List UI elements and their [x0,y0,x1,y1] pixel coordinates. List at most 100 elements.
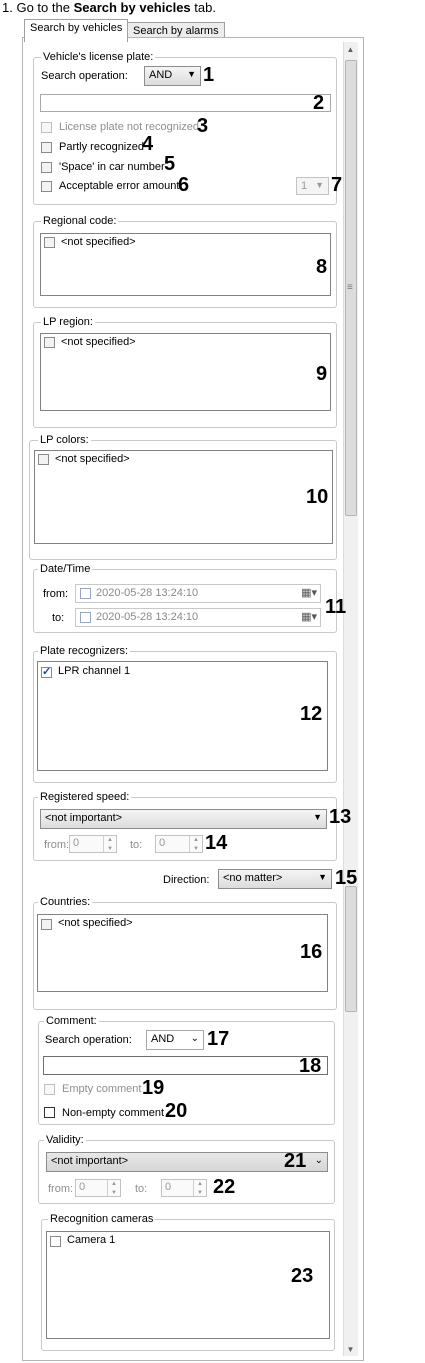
partly-recognized-checkbox[interactable] [41,142,52,153]
direction-value: <no matter> [223,872,283,884]
calendar-icon[interactable]: ▦▾ [301,586,317,599]
registered-speed-legend: Registered speed: [38,791,132,803]
plate-recognizers-legend: Plate recognizers: [38,645,131,657]
callout-7: 7 [331,174,343,196]
validity-from-stepper[interactable]: 0 ▲ ▼ [75,1179,121,1197]
partly-recognized-label: Partly recognized [59,141,144,153]
scroll-down-icon[interactable]: ▼ [344,1345,357,1354]
callout-19: 19 [142,1077,165,1099]
comment-search-operation-label: Search operation: [45,1034,132,1046]
chevron-down-icon: ⌄ [190,1033,199,1044]
dropdown-arrow-icon: ▼ [313,812,322,822]
plate-not-recognized-checkbox[interactable] [41,122,52,133]
plate-not-recognized-label: License plate not recognized [59,121,200,133]
callout-17: 17 [207,1028,230,1050]
chevron-down-icon: ⌄ [314,1155,323,1166]
tab-search-by-vehicles[interactable]: Search by vehicles [24,19,129,42]
datetime-legend: Date/Time [38,563,93,575]
empty-comment-label: Empty comment [62,1083,142,1095]
lp-colors-item: <not specified> [55,453,130,465]
stepper-arrows-icon[interactable]: ▲ ▼ [103,836,116,852]
countries-legend: Countries: [38,896,93,908]
instruction-tab-name: Search by vehicles [73,0,191,15]
speed-from-value: 0 [73,837,80,849]
date-to-value: 2020-05-28 13:24:10 [96,611,199,623]
callout-22: 22 [213,1176,236,1198]
date-from-picker[interactable]: 2020-05-28 13:24:10 ▦▾ [75,584,321,603]
speed-from-label: from: [44,839,70,851]
callout-20: 20 [165,1100,188,1122]
validity-value: <not important> [51,1155,129,1167]
lp-region-legend: LP region: [41,316,95,328]
countries-item: <not specified> [58,917,133,929]
camera-checkbox[interactable] [50,1236,61,1247]
date-from-label: from: [43,588,69,600]
stepper-arrows-icon[interactable]: ▲ ▼ [193,1180,206,1196]
speed-select[interactable]: <not important> ▼ [40,809,327,829]
callout-8: 8 [316,256,328,278]
callout-16: 16 [300,941,323,963]
direction-label: Direction: [163,874,210,886]
recognition-cameras-list[interactable] [46,1231,330,1339]
non-empty-comment-label: Non-empty comment [62,1107,165,1119]
tab-label: Search by vehicles [30,22,123,34]
step-number: 1. [2,0,13,15]
callout-9: 9 [316,363,328,385]
date-to-label: to: [52,612,65,624]
callout-14: 14 [205,832,228,854]
callout-5: 5 [164,153,176,175]
non-empty-comment-checkbox[interactable] [44,1107,55,1118]
lp-region-item: <not specified> [61,336,136,348]
calendar-icon[interactable]: ▦▾ [301,610,317,623]
validity-to-stepper[interactable]: 0 ▲ ▼ [161,1179,207,1197]
date-from-checkbox[interactable] [80,588,91,599]
scroll-up-icon[interactable]: ▲ [344,45,357,54]
comment-input[interactable] [43,1056,328,1075]
search-operation-label: Search operation: [41,70,128,82]
stepper-arrows-icon[interactable]: ▲ ▼ [189,836,202,852]
empty-comment-checkbox[interactable] [44,1084,55,1095]
speed-to-stepper[interactable]: 0 ▲ ▼ [155,835,203,853]
plate-recognizers-list[interactable] [37,661,328,771]
search-operation-value: AND [149,69,173,81]
callout-15: 15 [335,867,358,889]
lpr-channel-checkbox[interactable] [41,665,52,678]
scroll-grip-icon: ≡ [347,282,353,293]
dropdown-arrow-icon: ▼ [187,69,196,79]
instruction-suffix: tab. [194,0,216,15]
license-plate-legend: Vehicle's license plate: [41,51,156,63]
regional-code-checkbox[interactable] [44,237,55,248]
callout-18: 18 [299,1055,322,1077]
comment-search-operation-select[interactable]: AND ⌄ [146,1030,204,1050]
comment-legend: Comment: [44,1015,99,1027]
lpr-channel-item: LPR channel 1 [58,665,131,677]
scrollbar-thumb-lower[interactable] [345,886,357,1012]
dropdown-arrow-icon: ▼ [318,872,327,882]
search-operation-select[interactable]: AND ▼ [144,66,201,86]
lp-colors-checkbox[interactable] [38,454,49,465]
speed-from-stepper[interactable]: 0 ▲ ▼ [69,835,117,853]
date-from-value: 2020-05-28 13:24:10 [96,587,199,599]
regional-code-legend: Regional code: [41,215,119,227]
lp-region-checkbox[interactable] [44,337,55,348]
validity-from-label: from: [48,1183,74,1195]
date-to-picker[interactable]: 2020-05-28 13:24:10 ▦▾ [75,608,321,627]
callout-3: 3 [197,115,209,137]
countries-checkbox[interactable] [41,919,52,930]
direction-select[interactable]: <no matter> ▼ [218,869,332,889]
speed-value: <not important> [45,812,123,824]
error-amount-value: 1 [301,180,308,192]
callout-13: 13 [329,806,352,828]
acceptable-error-label: Acceptable error amount [59,180,180,192]
callout-6: 6 [178,174,190,196]
space-in-number-checkbox[interactable] [41,162,52,173]
acceptable-error-checkbox[interactable] [41,181,52,192]
comment-search-operation-value: AND [151,1033,175,1045]
date-to-checkbox[interactable] [80,612,91,623]
callout-21: 21 [284,1150,307,1172]
stepper-arrows-icon[interactable]: ▲ ▼ [107,1180,120,1196]
validity-from-value: 0 [79,1181,86,1193]
validity-legend: Validity: [44,1134,86,1146]
error-amount-select[interactable]: 1 ▼ [296,177,329,195]
license-plate-input[interactable] [40,94,331,112]
